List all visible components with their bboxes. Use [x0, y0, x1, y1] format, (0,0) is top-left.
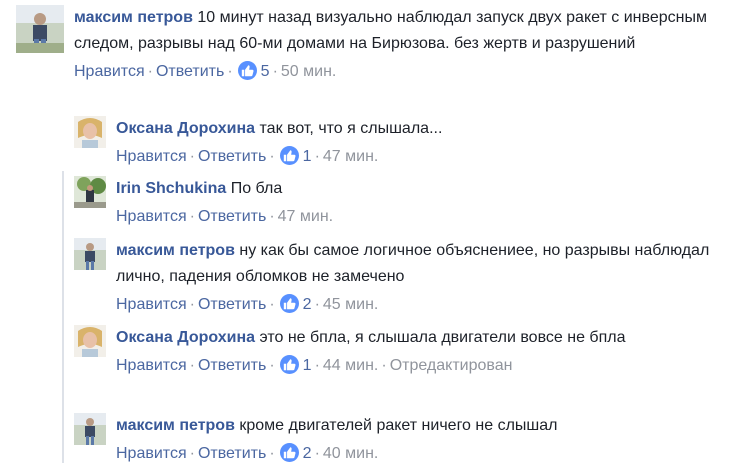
comment-actions: Нравится · Ответить · 47 мин.	[116, 204, 734, 230]
avatar-photo-icon	[16, 5, 64, 53]
comment-time[interactable]: 50 мин.	[281, 63, 336, 80]
reply-thread-line	[62, 171, 64, 463]
comment-time[interactable]: 45 мин.	[323, 296, 378, 313]
like-count[interactable]: 2	[303, 445, 312, 462]
avatar[interactable]	[74, 176, 106, 208]
thumbs-up-icon[interactable]	[279, 146, 299, 165]
separator-dot: ·	[269, 357, 275, 374]
separator-dot: ·	[269, 445, 275, 462]
comment-actions: Нравится · Ответить · 1 · 47 мин.	[116, 144, 734, 170]
comment-author[interactable]: максим петров	[74, 9, 193, 26]
separator-dot: ·	[189, 148, 195, 165]
separator-dot: ·	[189, 445, 195, 462]
comment-time[interactable]: 44 мин.	[323, 357, 378, 374]
separator-dot: ·	[189, 357, 195, 374]
separator-dot: ·	[269, 208, 275, 225]
separator-dot: ·	[147, 63, 153, 80]
comment-text: кроме двигателей ракет ничего не слышал	[239, 417, 558, 434]
avatar-photo-icon	[74, 413, 106, 445]
avatar[interactable]	[74, 116, 106, 148]
avatar[interactable]	[74, 413, 106, 445]
avatar[interactable]	[74, 325, 106, 357]
separator-dot: ·	[189, 296, 195, 313]
like-count[interactable]: 5	[261, 63, 270, 80]
comment-actions: Нравится · Ответить · 2 · 40 мин.	[116, 441, 734, 467]
like-button[interactable]: Нравится	[74, 63, 145, 80]
separator-dot: ·	[227, 63, 233, 80]
reply-button[interactable]: Ответить	[198, 445, 266, 462]
like-count[interactable]: 2	[303, 296, 312, 313]
reply-button[interactable]: Ответить	[198, 357, 266, 374]
comment-text: По бла	[230, 180, 283, 197]
comment-author[interactable]: Оксана Дорохина	[116, 120, 255, 137]
comment-text: это не бпла, я слышала двигатели вовсе н…	[259, 329, 626, 346]
avatar-photo-icon	[74, 176, 106, 208]
comment-time[interactable]: 47 мин.	[278, 208, 333, 225]
avatar-photo-icon	[74, 116, 106, 148]
separator-dot: ·	[314, 357, 320, 374]
separator-dot: ·	[269, 296, 275, 313]
comment-author[interactable]: Irin Shchukina	[116, 180, 226, 197]
like-button[interactable]: Нравится	[116, 445, 187, 462]
like-button[interactable]: Нравится	[116, 148, 187, 165]
comment-time[interactable]: 47 мин.	[323, 148, 378, 165]
reply-button[interactable]: Ответить	[198, 148, 266, 165]
thumbs-up-icon[interactable]	[237, 61, 257, 80]
comment-time[interactable]: 40 мин.	[323, 445, 378, 462]
avatar-photo-icon	[74, 238, 106, 270]
like-button[interactable]: Нравится	[116, 296, 187, 313]
avatar[interactable]	[74, 238, 106, 270]
separator-dot: ·	[314, 148, 320, 165]
like-count[interactable]: 1	[303, 148, 312, 165]
like-count[interactable]: 1	[303, 357, 312, 374]
separator-dot: ·	[314, 296, 320, 313]
edited-label[interactable]: Отредактирован	[390, 357, 513, 374]
avatar[interactable]	[16, 5, 64, 53]
like-button[interactable]: Нравится	[116, 208, 187, 225]
comment-author[interactable]: максим петров	[116, 242, 235, 259]
comment-actions: Нравится · Ответить · 2 · 45 мин.	[116, 292, 734, 318]
comment-author[interactable]: Оксана Дорохина	[116, 329, 255, 346]
separator-dot: ·	[269, 148, 275, 165]
separator-dot: ·	[381, 357, 387, 374]
thumbs-up-icon[interactable]	[279, 294, 299, 313]
comment-actions: Нравится · Ответить · 1 · 44 мин. · Отредактиров…	[116, 353, 734, 379]
thumbs-up-icon[interactable]	[279, 443, 299, 462]
reply-button[interactable]: Ответить	[198, 296, 266, 313]
comment-actions: Нравится · Ответить · 5 · 50 мин.	[74, 59, 726, 85]
separator-dot: ·	[272, 63, 278, 80]
thumbs-up-icon[interactable]	[279, 355, 299, 374]
separator-dot: ·	[189, 208, 195, 225]
like-button[interactable]: Нравится	[116, 357, 187, 374]
separator-dot: ·	[314, 445, 320, 462]
reply-button[interactable]: Ответить	[198, 208, 266, 225]
comment-author[interactable]: максим петров	[116, 417, 235, 434]
comment-text: так вот, что я слышала...	[259, 120, 443, 137]
reply-button[interactable]: Ответить	[156, 63, 224, 80]
avatar-photo-icon	[74, 325, 106, 357]
